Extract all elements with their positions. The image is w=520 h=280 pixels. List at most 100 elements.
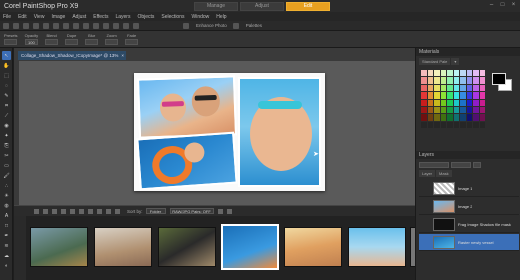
color-swatch[interactable] (466, 114, 472, 121)
document-tab[interactable]: Collage_Shadow_Shadow_ICopyImage* @ 13% … (18, 51, 126, 60)
color-swatch[interactable] (460, 121, 466, 128)
menu-window[interactable]: Window (192, 14, 210, 20)
lock-icon[interactable] (473, 162, 481, 168)
enhance-photo-button[interactable]: Enhance Photo (196, 23, 227, 28)
option-field[interactable] (105, 39, 119, 45)
layer-row[interactable]: Image 2 (419, 198, 519, 215)
warp-icon[interactable]: ≋ (2, 241, 11, 250)
color-swatch[interactable] (479, 84, 485, 92)
canvas[interactable]: ➤ (19, 61, 415, 205)
thumbnail-selected[interactable] (221, 224, 279, 270)
close-icon[interactable]: × (510, 2, 517, 9)
color-swatch[interactable] (427, 77, 433, 84)
red-eye-icon[interactable]: ◉ (2, 121, 11, 130)
menu-objects[interactable]: Objects (137, 14, 154, 20)
paint-brush-icon[interactable]: 🖌 (2, 171, 11, 180)
info-icon[interactable] (97, 208, 102, 214)
levels-icon[interactable] (113, 22, 119, 29)
color-swatch[interactable] (421, 99, 427, 106)
collage-image[interactable] (134, 73, 325, 191)
color-swatch[interactable] (473, 77, 479, 84)
menu-effects[interactable]: Effects (93, 14, 108, 20)
thumbnail[interactable] (94, 227, 152, 267)
color-swatch[interactable] (434, 70, 440, 77)
color-swatch[interactable] (440, 114, 446, 121)
color-swatch[interactable] (453, 99, 459, 106)
color-swatch[interactable] (460, 99, 466, 106)
color-swatches[interactable] (421, 70, 485, 128)
color-swatch[interactable] (479, 77, 485, 84)
tab-mask[interactable]: Mask (436, 170, 452, 177)
color-swatch[interactable] (440, 92, 446, 99)
color-swatch[interactable] (479, 114, 485, 121)
minimize-icon[interactable]: – (488, 2, 495, 9)
crop-tool-icon[interactable]: ⌗ (2, 101, 11, 110)
run-script-icon[interactable] (133, 22, 139, 29)
menu-selections[interactable]: Selections (161, 14, 184, 20)
menu-help[interactable]: Help (216, 14, 226, 20)
edit-icon[interactable] (79, 208, 84, 214)
color-swatch[interactable] (473, 84, 479, 92)
color-swatch[interactable] (440, 121, 446, 128)
pick-tool-icon[interactable]: ↖ (2, 51, 11, 60)
collapse-icon[interactable] (34, 208, 39, 214)
settings-icon[interactable] (226, 208, 232, 214)
color-swatch[interactable] (466, 106, 472, 114)
option-field[interactable] (65, 39, 79, 45)
eraser-icon[interactable]: ▭ (2, 161, 11, 170)
fill-icon[interactable]: ◍ (2, 201, 11, 210)
color-swatch[interactable] (460, 77, 466, 84)
layer-row[interactable]: Frag Image Shadow file mask (419, 216, 519, 233)
thumbnail[interactable] (158, 227, 216, 267)
menu-view[interactable]: View (34, 14, 45, 20)
color-swatch[interactable] (421, 84, 427, 92)
color-swatch[interactable] (427, 92, 433, 99)
text-tool-icon[interactable]: A (2, 211, 11, 220)
color-swatch[interactable] (447, 99, 453, 106)
rotate-right-icon[interactable] (70, 208, 75, 214)
color-swatch[interactable] (453, 84, 459, 92)
replace-color-icon[interactable]: ◐ (2, 261, 11, 270)
menu-file[interactable]: File (3, 14, 11, 20)
smudge-icon[interactable]: ☁ (2, 251, 11, 260)
blend-mode-select[interactable] (419, 162, 449, 168)
back-icon[interactable] (43, 208, 48, 214)
color-swatch[interactable] (473, 99, 479, 106)
color-swatch[interactable] (453, 77, 459, 84)
tab-adjust[interactable]: Adjust (240, 1, 284, 11)
selection-tool-icon[interactable]: ⬚ (2, 71, 11, 80)
undo-icon[interactable] (43, 22, 49, 29)
makeover-icon[interactable]: ✦ (2, 131, 11, 140)
color-swatch[interactable] (434, 92, 440, 99)
layers-icon[interactable] (93, 22, 99, 29)
materials-palette-select[interactable]: Standard Pale (419, 58, 451, 65)
new-file-icon[interactable] (3, 22, 9, 29)
color-swatch[interactable] (421, 106, 427, 114)
scratch-remover-icon[interactable]: ✂ (2, 151, 11, 160)
menu-layers[interactable]: Layers (115, 14, 130, 20)
color-swatch[interactable] (479, 99, 485, 106)
option-field[interactable] (4, 39, 18, 45)
option-field[interactable]: 100 (24, 39, 38, 45)
foreground-color[interactable] (492, 73, 506, 85)
foreground-background-swatch[interactable] (492, 73, 512, 91)
grid-icon[interactable] (103, 22, 109, 29)
color-swatch[interactable] (427, 121, 433, 128)
color-swatch[interactable] (440, 70, 446, 77)
pen-tool-icon[interactable]: ✒ (2, 231, 11, 240)
share-icon[interactable] (88, 208, 93, 214)
rotate-left-icon[interactable] (61, 208, 66, 214)
color-swatch[interactable] (421, 121, 427, 128)
color-swatch[interactable] (460, 70, 466, 77)
color-swatch[interactable] (434, 99, 440, 106)
rotate-icon[interactable] (73, 22, 79, 29)
airbrush-icon[interactable]: ∴ (2, 181, 11, 190)
close-document-icon[interactable]: × (121, 53, 124, 58)
option-field[interactable] (85, 39, 99, 45)
thumbnail[interactable] (284, 227, 342, 267)
print-icon[interactable] (33, 22, 39, 29)
color-swatch[interactable] (434, 121, 440, 128)
redo-icon[interactable] (53, 22, 59, 29)
color-swatch[interactable] (460, 114, 466, 121)
thumbnail[interactable] (348, 227, 406, 267)
